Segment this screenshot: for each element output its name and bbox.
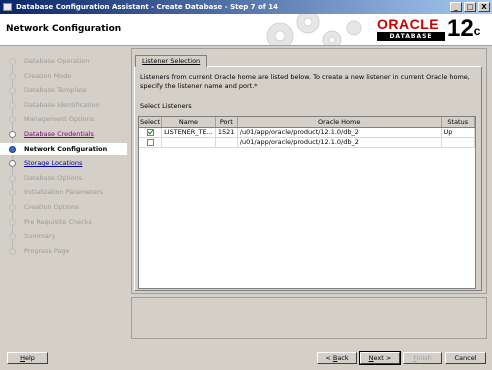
minimize-button[interactable]: _ (450, 2, 462, 12)
window-title: Database Configuration Assistant - Creat… (16, 3, 278, 11)
tab-listener-selection[interactable]: Listener Selection (135, 55, 208, 67)
title-bar: Database Configuration Assistant - Creat… (0, 0, 492, 14)
nav-step-network-configuration[interactable]: Network Configuration (0, 142, 127, 155)
maximize-button[interactable]: □ (464, 2, 476, 12)
nav-step-label: Network Configuration (24, 144, 108, 153)
port-cell (215, 137, 238, 148)
step-indicator-icon (9, 101, 16, 109)
status-cell (441, 137, 475, 148)
nav-step-label: Creation Mode (24, 71, 72, 80)
step-indicator-icon (9, 72, 16, 80)
step-indicator-icon (9, 160, 16, 168)
nav-step-management-options: Management Options (0, 113, 127, 125)
listener-checkbox[interactable] (146, 138, 154, 146)
nav-step-label: Storage Locations (24, 159, 83, 168)
version-logo: 12c (447, 15, 481, 42)
nav-step-label: Creation Options (24, 203, 79, 211)
next-button[interactable]: Next > (359, 351, 401, 365)
nav-step-label: Progress Page (24, 246, 70, 255)
gears-decoration-icon (266, 14, 362, 45)
step-indicator-icon (9, 174, 16, 182)
nav-step-label: Database Identification (24, 100, 100, 109)
table-row[interactable]: /u01/app/oracle/product/12.1.0/db_2 (139, 137, 475, 148)
close-button[interactable]: X (478, 2, 490, 12)
oracle-home-cell: /u01/app/oracle/product/12.1.0/db_2 (237, 127, 442, 138)
nav-step-label: Summary (24, 232, 56, 241)
page-title: Network Configuration (6, 24, 122, 34)
column-header-oracle-home[interactable]: Oracle Home (237, 117, 442, 128)
nav-step-progress-page: Progress Page (0, 245, 127, 257)
listener-description: Listeners from current Oracle home are l… (140, 73, 470, 90)
nav-step-pre-requisite-checks: Pre Requisite Checks (0, 216, 127, 228)
nav-step-label: Initialization Parameters (24, 188, 103, 197)
nav-step-creation-options: Creation Options (0, 201, 127, 213)
status-cell: Up (441, 127, 475, 138)
name-cell (161, 137, 216, 148)
nav-step-initialization-parameters: Initialization Parameters (0, 186, 127, 198)
select-cell[interactable] (139, 137, 163, 148)
step-indicator-icon (9, 58, 16, 65)
step-indicator-icon (9, 87, 16, 95)
step-indicator-icon (9, 189, 16, 197)
column-header-name[interactable]: Name (161, 117, 216, 128)
nav-step-label: Database Template (24, 86, 87, 95)
step-indicator-icon (9, 247, 16, 255)
finish-button[interactable]: Finish (403, 352, 442, 364)
port-cell: 1521 (215, 127, 238, 138)
listener-table[interactable]: Select Name Port Oracle Home Status LIST… (138, 116, 476, 289)
help-button[interactable]: Help (7, 352, 48, 364)
nav-step-label: Pre Requisite Checks (24, 217, 92, 226)
column-header-status[interactable]: Status (441, 117, 475, 128)
nav-step-label: Database Options (24, 173, 83, 182)
step-indicator-icon (9, 218, 16, 226)
back-button[interactable]: < Back (317, 352, 357, 364)
app-icon (3, 3, 12, 11)
nav-step-label: Database Credentials (24, 130, 94, 138)
nav-step-summary: Summary (0, 230, 127, 242)
nav-step-database-template: Database Template (0, 84, 127, 96)
nav-step-label: Database Operation (24, 57, 90, 65)
cancel-button[interactable]: Cancel (445, 352, 486, 364)
nav-step-storage-locations[interactable]: Storage Locations (0, 157, 127, 169)
step-indicator-icon (9, 145, 16, 153)
header-banner: Network Configuration ORACLE DATABASE 12… (0, 14, 492, 46)
nav-step-database-operation: Database Operation (0, 55, 127, 67)
message-area (131, 297, 487, 339)
step-indicator-icon (9, 233, 16, 241)
column-header-port[interactable]: Port (215, 117, 238, 128)
listener-checkbox[interactable] (146, 128, 154, 136)
column-header-select[interactable]: Select (139, 117, 163, 128)
select-cell[interactable] (139, 127, 163, 138)
nav-step-database-credentials[interactable]: Database Credentials (0, 128, 127, 140)
select-listeners-label: Select Listeners (140, 102, 192, 110)
oracle-home-cell: /u01/app/oracle/product/12.1.0/db_2 (237, 137, 442, 148)
nav-step-label: Management Options (24, 115, 94, 124)
step-indicator-icon (9, 116, 16, 124)
oracle-logo: ORACLE DATABASE (377, 17, 445, 41)
step-navigation: Database Operation Creation Mode Database … (0, 50, 127, 336)
step-indicator-icon (9, 131, 16, 138)
table-row[interactable]: LISTENER_TE... 1521/u01/app/oracle/produc… (139, 127, 475, 138)
nav-step-database-options: Database Options (0, 172, 127, 184)
step-indicator-icon (9, 204, 16, 211)
name-cell: LISTENER_TE... (161, 127, 216, 138)
nav-step-creation-mode: Creation Mode (0, 70, 127, 82)
nav-step-database-identification: Database Identification (0, 99, 127, 111)
